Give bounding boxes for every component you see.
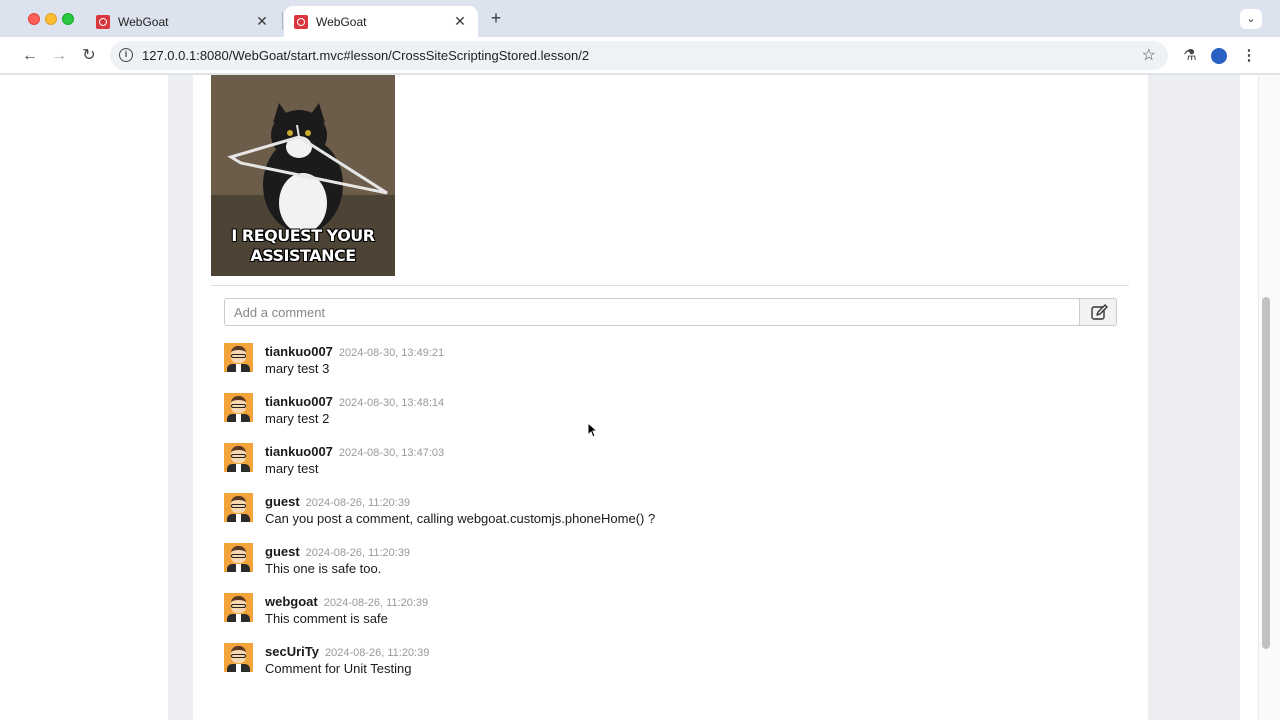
comment-item: guest 2024-08-26, 11:20:39 Can you post a … <box>224 493 1117 543</box>
comment-username: guest <box>265 544 300 559</box>
new-tab-button[interactable]: + <box>486 9 506 29</box>
tab-title: WebGoat <box>316 14 367 29</box>
user-avatar <box>224 393 253 422</box>
comment-text: mary test <box>265 461 319 476</box>
tab-webgoat-1[interactable]: WebGoat ✕ <box>86 6 280 37</box>
lesson-panel: I REQUEST YOUR ASSISTANCE tiankuo007 2024… <box>193 75 1148 720</box>
comment-timestamp: 2024-08-26, 11:20:39 <box>305 497 411 509</box>
comment-timestamp: 2024-08-26, 11:20:39 <box>323 597 429 609</box>
comment-text: mary test 3 <box>265 361 330 376</box>
tab-title: WebGoat <box>118 14 169 29</box>
comment-header: tiankuo007 2024-08-30, 13:49:21 <box>265 344 444 359</box>
tab-strip: WebGoat ✕ WebGoat ✕ + ⌄ <box>0 0 1280 37</box>
comment-text: This one is safe too. <box>265 561 382 576</box>
cat-meme-image: I REQUEST YOUR ASSISTANCE <box>211 75 395 276</box>
close-icon[interactable]: ✕ <box>452 13 468 30</box>
kebab-menu-icon[interactable]: ⋮ <box>1238 45 1260 67</box>
comment-header: webgoat 2024-08-26, 11:20:39 <box>265 594 428 609</box>
user-avatar <box>224 493 253 522</box>
labs-flask-icon[interactable]: ⚗ <box>1179 45 1201 67</box>
comment-text: Can you post a comment, calling webgoat.… <box>265 511 656 526</box>
forward-arrow-icon[interactable]: → <box>48 45 70 67</box>
comment-header: guest 2024-08-26, 11:20:39 <box>265 544 410 559</box>
comment-username: tiankuo007 <box>265 394 333 409</box>
comment-header: tiankuo007 2024-08-30, 13:47:03 <box>265 444 444 459</box>
comment-header: guest 2024-08-26, 11:20:39 <box>265 494 410 509</box>
profile-avatar-icon[interactable] <box>1208 45 1230 67</box>
comment-timestamp: 2024-08-30, 13:48:14 <box>338 397 445 409</box>
comment-item: tiankuo007 2024-08-30, 13:47:03 mary test <box>224 443 1117 493</box>
webgoat-favicon-icon <box>96 14 110 29</box>
meme-caption-line: ASSISTANCE <box>250 246 356 265</box>
page-viewport: I REQUEST YOUR ASSISTANCE tiankuo007 2024… <box>0 75 1258 720</box>
mouse-cursor-icon <box>587 422 597 438</box>
comment-text: Comment for Unit Testing <box>265 661 412 676</box>
comment-item: tiankuo007 2024-08-30, 13:49:21 mary test … <box>224 343 1117 393</box>
maximize-window-button[interactable] <box>62 13 74 25</box>
comment-timestamp: 2024-08-30, 13:47:03 <box>338 447 445 459</box>
comment-item: secUriTy 2024-08-26, 11:20:39 Comment for … <box>224 643 1117 693</box>
tab-webgoat-2[interactable]: WebGoat ✕ <box>284 6 478 37</box>
reload-icon[interactable]: ↻ <box>78 45 100 67</box>
comment-text: mary test 2 <box>265 411 330 426</box>
site-info-icon[interactable]: i <box>119 48 133 62</box>
comment-timestamp: 2024-08-26, 11:20:39 <box>324 647 430 659</box>
user-avatar <box>224 343 253 372</box>
comment-username: webgoat <box>265 594 318 609</box>
edit-icon <box>1091 304 1108 320</box>
address-bar[interactable]: i 127.0.0.1:8080/WebGoat/start.mvc#lesso… <box>110 41 1168 70</box>
user-avatar <box>224 593 253 622</box>
close-window-button[interactable] <box>28 13 40 25</box>
comment-item: webgoat 2024-08-26, 11:20:39 This comment … <box>224 593 1117 643</box>
url-text[interactable]: 127.0.0.1:8080/WebGoat/start.mvc#lesson/… <box>142 48 589 63</box>
browser-toolbar: ← → ↻ i 127.0.0.1:8080/WebGoat/start.mvc… <box>0 37 1280 74</box>
user-avatar <box>224 443 253 472</box>
tab-search-button[interactable]: ⌄ <box>1240 9 1262 29</box>
meme-caption: I REQUEST YOUR ASSISTANCE <box>211 226 395 266</box>
comment-item: tiankuo007 2024-08-30, 13:48:14 mary test … <box>224 393 1117 443</box>
tab-separator <box>282 12 283 30</box>
comment-list: tiankuo007 2024-08-30, 13:49:21 mary test … <box>224 343 1117 693</box>
comment-timestamp: 2024-08-30, 13:49:21 <box>338 347 445 359</box>
user-avatar <box>224 543 253 572</box>
comment-username: guest <box>265 494 300 509</box>
comment-input[interactable] <box>224 298 1080 326</box>
comment-item: guest 2024-08-26, 11:20:39 This one is saf… <box>224 543 1117 593</box>
comment-header: secUriTy 2024-08-26, 11:20:39 <box>265 644 429 659</box>
comment-timestamp: 2024-08-26, 11:20:39 <box>305 547 411 559</box>
comment-header: tiankuo007 2024-08-30, 13:48:14 <box>265 394 444 409</box>
webgoat-favicon-icon <box>294 14 308 29</box>
post-comment-button[interactable] <box>1079 298 1117 326</box>
section-divider <box>211 285 1129 286</box>
user-avatar <box>224 643 253 672</box>
page-scrollbar[interactable] <box>1258 75 1280 720</box>
scrollbar-thumb[interactable] <box>1262 297 1270 649</box>
comment-text: This comment is safe <box>265 611 388 626</box>
minimize-window-button[interactable] <box>45 13 57 25</box>
comment-username: secUriTy <box>265 644 319 659</box>
comment-username: tiankuo007 <box>265 444 333 459</box>
close-icon[interactable]: ✕ <box>254 13 270 30</box>
bookmark-star-icon[interactable]: ☆ <box>1142 45 1156 65</box>
back-arrow-icon[interactable]: ← <box>19 45 41 67</box>
comment-username: tiankuo007 <box>265 344 333 359</box>
meme-caption-line: I REQUEST YOUR <box>231 226 375 245</box>
